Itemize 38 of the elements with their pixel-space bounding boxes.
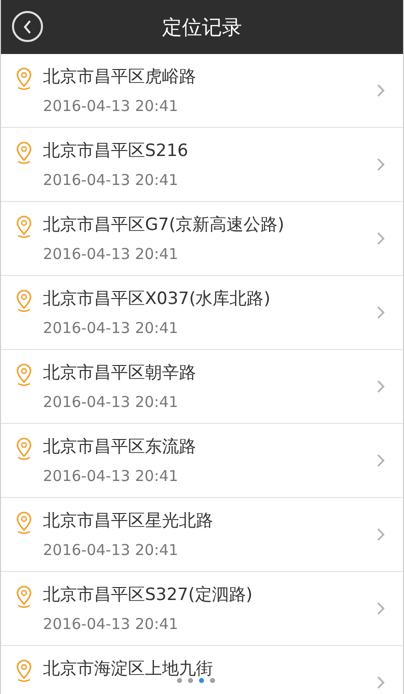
page-title: 定位记录 bbox=[162, 14, 242, 41]
place-name: 北京市昌平区朝辛路 bbox=[43, 362, 196, 385]
place-name: 北京市昌平区S327(定泗路) bbox=[43, 584, 253, 607]
chevron-right-icon bbox=[377, 380, 385, 393]
location-pin-icon bbox=[15, 141, 33, 165]
place-name: 北京市昌平区东流路 bbox=[43, 436, 196, 459]
place-name: 北京市昌平区虎峪路 bbox=[43, 66, 196, 89]
location-pin-icon bbox=[15, 289, 33, 313]
location-pin-icon bbox=[15, 437, 33, 461]
record-time: 2016-04-13 20:41 bbox=[43, 614, 178, 635]
chevron-right-icon bbox=[377, 84, 385, 97]
record-time: 2016-04-13 20:41 bbox=[43, 466, 178, 487]
record-time: 2016-04-13 20:41 bbox=[43, 392, 178, 413]
location-pin-icon bbox=[15, 585, 33, 609]
record-time: 2016-04-13 20:41 bbox=[43, 170, 178, 191]
location-pin-icon bbox=[15, 511, 33, 535]
chevron-right-icon bbox=[377, 454, 385, 467]
record-time: 2016-04-13 20:41 bbox=[43, 244, 178, 265]
chevron-right-icon bbox=[377, 306, 385, 319]
place-name: 北京市昌平区S216 bbox=[43, 140, 188, 163]
place-name: 北京市昌平区G7(京新高速公路) bbox=[43, 214, 284, 237]
location-pin-icon bbox=[15, 659, 33, 683]
location-pin-icon bbox=[15, 363, 33, 387]
place-name: 北京市昌平区星光北路 bbox=[43, 510, 213, 533]
chevron-right-icon bbox=[377, 602, 385, 615]
chevron-right-icon bbox=[377, 232, 385, 245]
place-name: 北京市昌平区X037(水库北路) bbox=[43, 288, 270, 311]
location-pin-icon bbox=[15, 67, 33, 91]
place-name: 北京市海淀区上地九街 bbox=[43, 658, 213, 681]
chevron-right-icon bbox=[377, 528, 385, 541]
back-button[interactable] bbox=[12, 11, 43, 42]
record-time: 2016-04-13 20:41 bbox=[43, 540, 178, 561]
chevron-right-icon bbox=[377, 676, 385, 689]
location-pin-icon bbox=[15, 215, 33, 239]
back-icon bbox=[22, 20, 32, 34]
chevron-right-icon bbox=[377, 158, 385, 171]
record-time: 2016-04-13 20:41 bbox=[43, 318, 178, 339]
record-time: 2016-04-13 20:41 bbox=[43, 96, 178, 117]
